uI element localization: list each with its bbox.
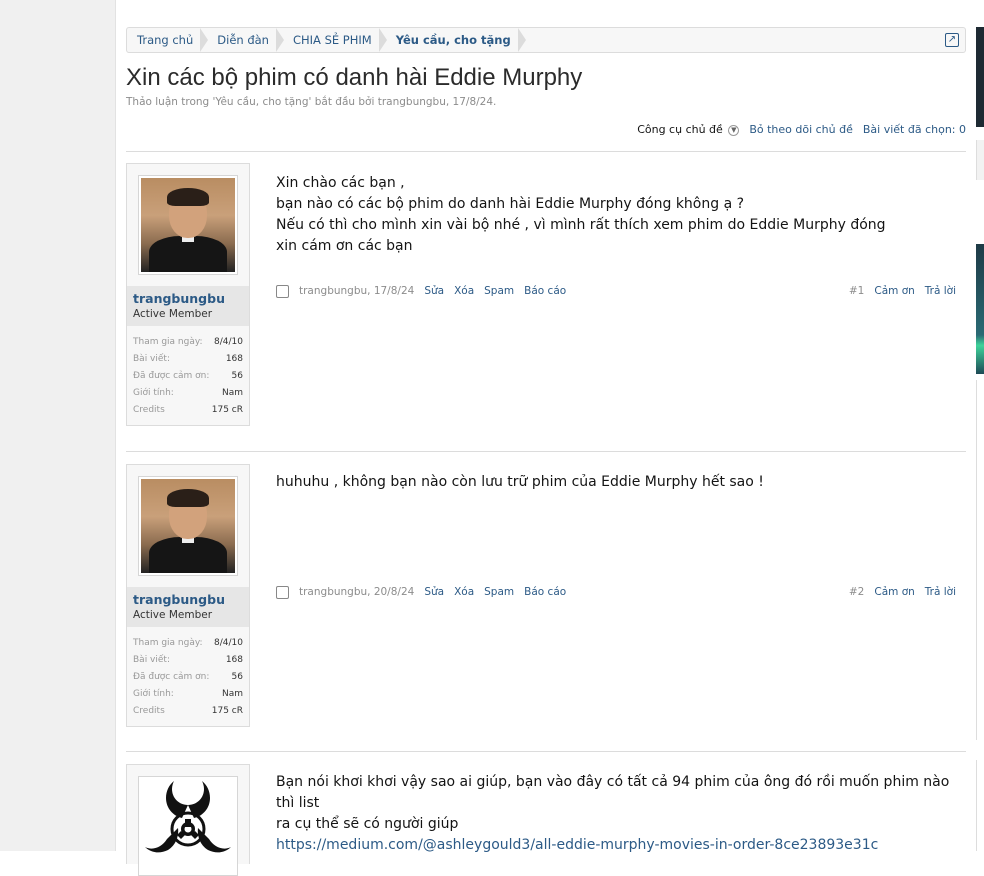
message-line: bạn nào có các bộ phim do danh hài Eddie…	[276, 196, 745, 212]
avatar[interactable]	[138, 175, 238, 275]
post-author-date[interactable]: trangbungbu, 20/8/24	[299, 586, 414, 598]
user-title: Active Member	[133, 308, 213, 320]
stat-label: Bài viết:	[133, 354, 170, 364]
stat-label: Đã được cảm ơn:	[133, 371, 210, 381]
thread-description: Thảo luận trong 'Yêu cầu, cho tặng' bắt …	[126, 96, 497, 108]
post-1: trangbungbu Active Member Tham gia ngày:…	[126, 151, 966, 451]
post-actions-right: #2 Cảm ơn Trả lời	[849, 586, 966, 598]
report-link[interactable]: Báo cáo	[524, 285, 566, 297]
avatar[interactable]	[138, 476, 238, 576]
message-line: Nếu có thì cho mình xin vài bộ nhé , vì …	[276, 217, 886, 233]
message-line: Xin chào các bạn ,	[276, 175, 405, 191]
stat-label: Đã được cảm ơn:	[133, 672, 210, 682]
post-2: trangbungbu Active Member Tham gia ngày:…	[126, 452, 966, 752]
chevron-down-icon: ▼	[728, 124, 740, 136]
message-line: xin cám ơn các bạn	[276, 238, 413, 254]
breadcrumb-forums[interactable]: Diễn đàn	[207, 28, 284, 52]
stat-joined: 8/4/10	[214, 337, 243, 347]
report-link[interactable]: Báo cáo	[524, 586, 566, 598]
sidebar-panel-2	[976, 760, 984, 851]
unwatch-thread-link[interactable]: Bỏ theo dõi chủ đề	[749, 123, 853, 136]
stat-posts[interactable]: 168	[226, 652, 243, 669]
stat-label: Tham gia ngày:	[133, 638, 203, 648]
user-name-box: trangbungbu Active Member	[127, 587, 249, 627]
user-stats: Tham gia ngày: 8/4/10 Bài viết: 168 Đã đượ…	[127, 326, 249, 425]
stat-likes: 56	[231, 672, 243, 682]
post-3: Bạn nói khơi khơi vậy sao ai giúp, bạn v…	[126, 752, 966, 876]
username-link[interactable]: trangbungbu	[133, 291, 243, 306]
sidebar-panel	[976, 380, 984, 740]
post-message: Bạn nói khơi khơi vậy sao ai giúp, bạn v…	[276, 772, 956, 856]
delete-link[interactable]: Xóa	[454, 586, 474, 598]
select-post-checkbox[interactable]	[276, 585, 289, 599]
stat-credits: 175 cR	[211, 706, 243, 716]
post-meta-bar: trangbungbu, 20/8/24 Sửa Xóa Spam Báo cá…	[276, 584, 966, 600]
spam-link[interactable]: Spam	[484, 285, 514, 297]
user-info-block: trangbungbu Active Member Tham gia ngày:…	[126, 163, 250, 426]
stat-label: Giới tính:	[133, 388, 174, 398]
post-author-date[interactable]: trangbungbu, 17/8/24	[299, 285, 414, 297]
post-meta-bar: trangbungbu, 17/8/24 Sửa Xóa Spam Báo cá…	[276, 283, 966, 299]
post-number[interactable]: #1	[849, 285, 864, 297]
user-stats: Tham gia ngày: 8/4/10 Bài viết: 168 Đã đượ…	[127, 627, 249, 726]
spam-link[interactable]: Spam	[484, 586, 514, 598]
page-title: Xin các bộ phim có danh hài Eddie Murphy	[126, 64, 583, 91]
thanks-link[interactable]: Cảm ơn	[874, 285, 914, 297]
sidebar-box	[976, 140, 984, 180]
post-number[interactable]: #2	[849, 586, 864, 598]
stat-gender: Nam	[221, 388, 243, 398]
breadcrumb-share-movies[interactable]: CHIA SẺ PHIM	[283, 28, 387, 52]
thread-tools-menu[interactable]: Công cụ chủ đề ▼	[637, 123, 740, 136]
user-name-box: trangbungbu Active Member	[127, 286, 249, 326]
thread-tools-bar: Công cụ chủ đề ▼ Bỏ theo dõi chủ đề Bài …	[637, 123, 966, 136]
user-title: Active Member	[133, 609, 213, 621]
stat-label: Bài viết:	[133, 655, 170, 665]
message-line: Bạn nói khơi khơi vậy sao ai giúp, bạn v…	[276, 774, 950, 811]
stat-joined: 8/4/10	[214, 638, 243, 648]
stat-label: Credits	[133, 405, 165, 415]
post-message: Xin chào các bạn , bạn nào có các bộ phi…	[276, 173, 956, 257]
thanks-link[interactable]: Cảm ơn	[874, 586, 914, 598]
breadcrumb-requests[interactable]: Yêu cầu, cho tặng	[386, 28, 526, 52]
stat-posts[interactable]: 168	[226, 351, 243, 368]
thread-tools-label: Công cụ chủ đề	[637, 123, 723, 136]
message-link[interactable]: https://medium.com/@ashleygould3/all-edd…	[276, 835, 956, 856]
breadcrumb: Trang chủ Diễn đàn CHIA SẺ PHIM Yêu cầu,…	[126, 27, 966, 53]
stat-likes: 56	[231, 371, 243, 381]
biohazard-icon	[145, 781, 231, 853]
avatar-image	[141, 479, 235, 573]
stat-label: Credits	[133, 706, 165, 716]
stat-label: Giới tính:	[133, 689, 174, 699]
jump-to-icon[interactable]: ↗	[945, 33, 959, 47]
sidebar-ad	[976, 244, 984, 374]
left-gutter	[0, 0, 116, 851]
select-post-checkbox[interactable]	[276, 284, 289, 298]
stat-credits: 175 cR	[211, 405, 243, 415]
post-message: huhuhu , không bạn nào còn lưu trữ phim …	[276, 472, 956, 493]
delete-link[interactable]: Xóa	[454, 285, 474, 297]
post-actions-right: #1 Cảm ơn Trả lời	[849, 285, 966, 297]
avatar-image	[141, 178, 235, 272]
reply-link[interactable]: Trả lời	[925, 285, 956, 297]
user-info-block	[126, 764, 250, 876]
selected-posts-link[interactable]: Bài viết đã chọn: 0	[863, 123, 966, 136]
username-link[interactable]: trangbungbu	[133, 592, 243, 607]
avatar[interactable]	[138, 776, 238, 876]
sidebar-banner	[976, 27, 984, 127]
edit-link[interactable]: Sửa	[424, 285, 444, 297]
edit-link[interactable]: Sửa	[424, 586, 444, 598]
message-line: ra cụ thể sẽ có người giúp	[276, 816, 459, 832]
message-line: huhuhu , không bạn nào còn lưu trữ phim …	[276, 474, 764, 490]
stat-label: Tham gia ngày:	[133, 337, 203, 347]
breadcrumb-home[interactable]: Trang chủ	[127, 28, 209, 52]
stat-gender: Nam	[221, 689, 243, 699]
user-info-block: trangbungbu Active Member Tham gia ngày:…	[126, 464, 250, 727]
reply-link[interactable]: Trả lời	[925, 586, 956, 598]
right-sidebar-edge	[976, 0, 984, 851]
avatar-image	[141, 779, 235, 873]
